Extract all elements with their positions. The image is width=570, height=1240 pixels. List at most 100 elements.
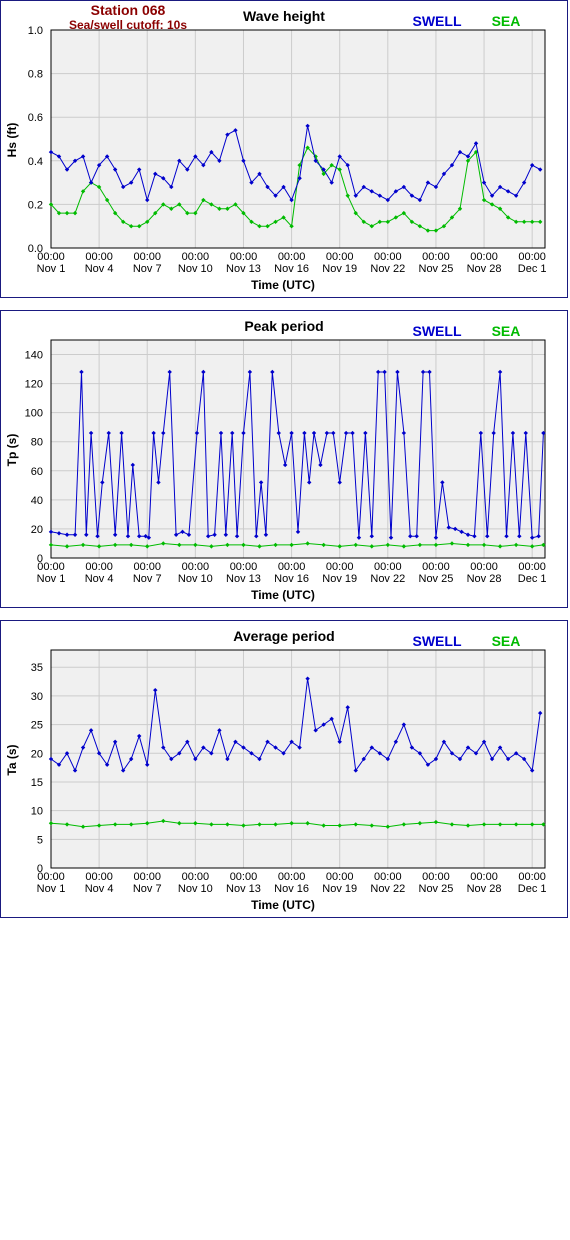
x-tick-date: Nov 19 <box>322 263 357 275</box>
x-tick-time: 00:00 <box>470 561 498 573</box>
x-tick-time: 00:00 <box>278 871 306 883</box>
x-tick-time: 00:00 <box>518 251 546 263</box>
x-tick-date: Nov 22 <box>370 263 405 275</box>
x-tick-date: Nov 25 <box>419 883 454 895</box>
x-tick-date: Nov 16 <box>274 573 309 585</box>
x-tick-time: 00:00 <box>230 251 258 263</box>
y-tick-label: 35 <box>31 662 43 674</box>
x-tick-date: Nov 22 <box>370 883 405 895</box>
x-tick-date: Nov 10 <box>178 573 213 585</box>
blank-area <box>0 930 570 1240</box>
chart-title: Peak period <box>244 318 323 334</box>
x-tick-date: Nov 10 <box>178 263 213 275</box>
peak-period-chart: Peak period SWELL SEA 020406080100120140… <box>0 310 568 608</box>
y-tick-label: 120 <box>25 379 43 391</box>
peak-period-panel: Peak period SWELL SEA 0 20 40 60 80 100 120 140… <box>0 310 568 608</box>
x-tick-date: Nov 28 <box>467 573 502 585</box>
y-axis-label: Ta (s) <box>5 744 19 775</box>
y-tick-label: 40 <box>31 495 43 507</box>
x-tick-date: Nov 7 <box>133 573 162 585</box>
x-tick-time: 00:00 <box>326 871 354 883</box>
plot-background <box>51 650 545 868</box>
x-tick-date: Nov 28 <box>467 263 502 275</box>
average-period-panel: Average period SWELL SEA 0 5 10 15 20 25 30 35 0… <box>0 620 568 918</box>
x-tick-time: 00:00 <box>518 561 546 573</box>
x-tick-date: Nov 19 <box>322 573 357 585</box>
y-tick-label: 30 <box>31 691 43 703</box>
y-tick-label: 25 <box>31 720 43 732</box>
y-tick-label: 60 <box>31 466 43 478</box>
x-tick-time: 00:00 <box>326 561 354 573</box>
y-tick-label: 20 <box>31 524 43 536</box>
x-axis-label: Time (UTC) <box>251 898 315 912</box>
y-tick-label: 0.6 <box>28 112 43 124</box>
x-tick-date: Dec 1 <box>518 883 547 895</box>
x-tick-time: 00:00 <box>85 251 113 263</box>
y-tick-label: 100 <box>25 408 43 420</box>
x-tick-time: 00:00 <box>133 561 161 573</box>
x-tick-time: 00:00 <box>37 251 65 263</box>
x-tick-date: Nov 4 <box>85 883 114 895</box>
x-tick-date: Nov 16 <box>274 883 309 895</box>
plot-area: 02040608010012014000:00Nov 100:00Nov 400… <box>25 339 547 585</box>
x-tick-time: 00:00 <box>422 251 450 263</box>
x-tick-date: Nov 28 <box>467 883 502 895</box>
x-tick-date: Nov 13 <box>226 573 261 585</box>
x-tick-date: Nov 16 <box>274 263 309 275</box>
x-tick-time: 00:00 <box>133 871 161 883</box>
x-tick-time: 00:00 <box>182 561 210 573</box>
y-tick-label: 80 <box>31 437 43 449</box>
plot-area: 0510152025303500:00Nov 100:00Nov 400:00N… <box>31 649 547 895</box>
average-period-chart: Average period SWELL SEA 051015202530350… <box>0 620 568 918</box>
y-tick-label: 10 <box>31 806 43 818</box>
x-tick-date: Dec 1 <box>518 263 547 275</box>
x-tick-date: Nov 1 <box>37 883 66 895</box>
x-tick-time: 00:00 <box>470 871 498 883</box>
y-tick-label: 20 <box>31 748 43 760</box>
y-axis-label: Hs (ft) <box>5 123 19 158</box>
x-tick-time: 00:00 <box>518 871 546 883</box>
x-tick-time: 00:00 <box>374 871 402 883</box>
x-tick-time: 00:00 <box>133 251 161 263</box>
y-tick-label: 0.2 <box>28 199 43 211</box>
y-tick-label: 1.0 <box>28 25 43 37</box>
y-tick-label: 140 <box>25 350 43 362</box>
x-tick-time: 00:00 <box>470 251 498 263</box>
x-tick-time: 00:00 <box>422 561 450 573</box>
x-tick-date: Nov 19 <box>322 883 357 895</box>
x-tick-time: 00:00 <box>37 871 65 883</box>
x-tick-date: Nov 4 <box>85 263 114 275</box>
wave-height-chart: Station 068 Sea/swell cutoff: 10s Wave h… <box>0 0 568 298</box>
legend-swell: SWELL <box>413 633 462 649</box>
plot-background <box>51 30 545 248</box>
x-tick-time: 00:00 <box>230 561 258 573</box>
x-tick-date: Nov 1 <box>37 263 66 275</box>
y-axis-label: Tp (s) <box>5 434 19 467</box>
x-axis-label: Time (UTC) <box>251 588 315 602</box>
x-tick-time: 00:00 <box>182 251 210 263</box>
y-tick-label: 15 <box>31 777 43 789</box>
y-tick-label: 0.8 <box>28 69 43 81</box>
x-tick-time: 00:00 <box>422 871 450 883</box>
wave-height-panel: Station 068 Sea/swell cutoff: 10s Wave h… <box>0 0 568 298</box>
x-tick-time: 00:00 <box>278 561 306 573</box>
x-tick-time: 00:00 <box>85 871 113 883</box>
legend-sea: SEA <box>492 13 521 29</box>
y-tick-label: 0.4 <box>28 156 43 168</box>
legend-sea: SEA <box>492 323 521 339</box>
x-tick-date: Nov 4 <box>85 573 114 585</box>
x-tick-time: 00:00 <box>374 561 402 573</box>
x-tick-time: 00:00 <box>37 561 65 573</box>
legend-swell: SWELL <box>413 13 462 29</box>
legend-sea: SEA <box>492 633 521 649</box>
x-tick-time: 00:00 <box>230 871 258 883</box>
x-tick-date: Nov 22 <box>370 573 405 585</box>
x-tick-date: Nov 25 <box>419 573 454 585</box>
station-title: Station 068 <box>91 2 166 18</box>
x-axis-label: Time (UTC) <box>251 278 315 292</box>
x-tick-date: Nov 1 <box>37 573 66 585</box>
chart-title: Average period <box>233 628 334 644</box>
x-tick-time: 00:00 <box>85 561 113 573</box>
x-tick-date: Nov 25 <box>419 263 454 275</box>
x-tick-time: 00:00 <box>278 251 306 263</box>
